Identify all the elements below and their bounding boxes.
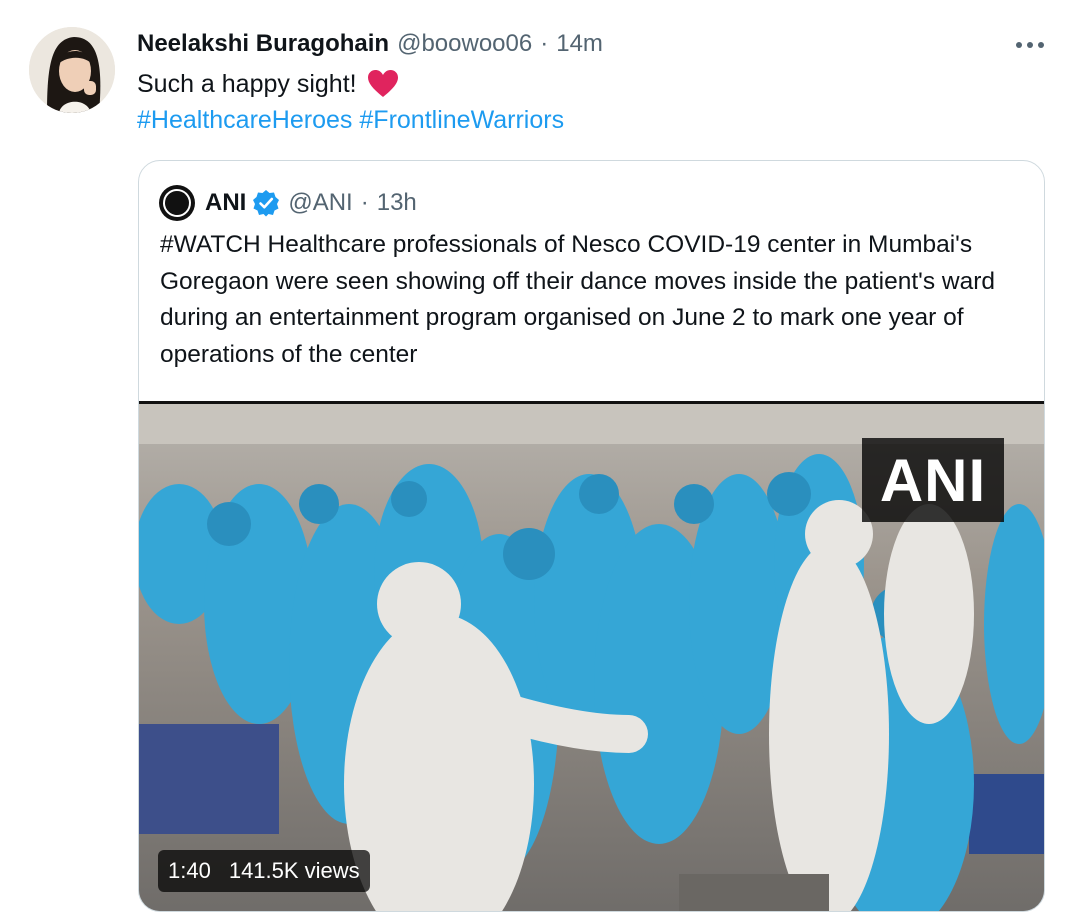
hashtag-row: #HealthcareHeroes #FrontlineWarriors — [137, 102, 564, 138]
quoted-tweet-text: #WATCH Healthcare professionals of Nesco… — [160, 231, 995, 368]
video-player[interactable]: ANI 1:40 141.5K views — [139, 401, 1044, 911]
quoted-tweet[interactable]: ANI @ANI · 13h #WATCH Healthcare profess… — [138, 160, 1045, 912]
quoted-timestamp[interactable]: 13h — [377, 189, 417, 217]
video-views: 141.5K views — [228, 858, 360, 883]
video-stats-badge: 1:40 141.5K views — [158, 850, 370, 892]
separator-dot: · — [540, 30, 549, 57]
video-watermark: ANI — [862, 438, 1004, 522]
more-horizontal-icon — [1016, 42, 1044, 48]
ani-logo-icon — [157, 183, 197, 223]
timestamp[interactable]: 14m — [556, 30, 603, 58]
user-handle[interactable]: @boowoo06 — [397, 30, 532, 58]
tweet-body: Such a happy sight! — [137, 70, 357, 98]
quoted-tweet-header: ANI @ANI · 13h — [157, 183, 417, 223]
hashtag-link[interactable]: #HealthcareHeroes — [137, 106, 352, 134]
avatar[interactable] — [29, 27, 115, 113]
more-options-button[interactable] — [1010, 30, 1050, 60]
tweet[interactable]: Neelakshi Buragohain @boowoo06 · 14m Suc… — [0, 0, 1070, 924]
separator-dot: · — [360, 189, 369, 216]
quoted-user-handle[interactable]: @ANI — [288, 189, 352, 217]
tweet-header: Neelakshi Buragohain @boowoo06 · 14m — [137, 26, 603, 62]
tweet-text: Such a happy sight! — [137, 66, 399, 102]
red-heart-icon — [367, 70, 398, 97]
hashtag-link[interactable]: #FrontlineWarriors — [359, 106, 564, 134]
video-duration: 1:40 — [168, 858, 211, 883]
verified-badge-icon — [253, 190, 280, 217]
quoted-avatar[interactable] — [157, 183, 197, 223]
display-name[interactable]: Neelakshi Buragohain — [137, 30, 389, 58]
quoted-display-name[interactable]: ANI — [205, 189, 246, 217]
